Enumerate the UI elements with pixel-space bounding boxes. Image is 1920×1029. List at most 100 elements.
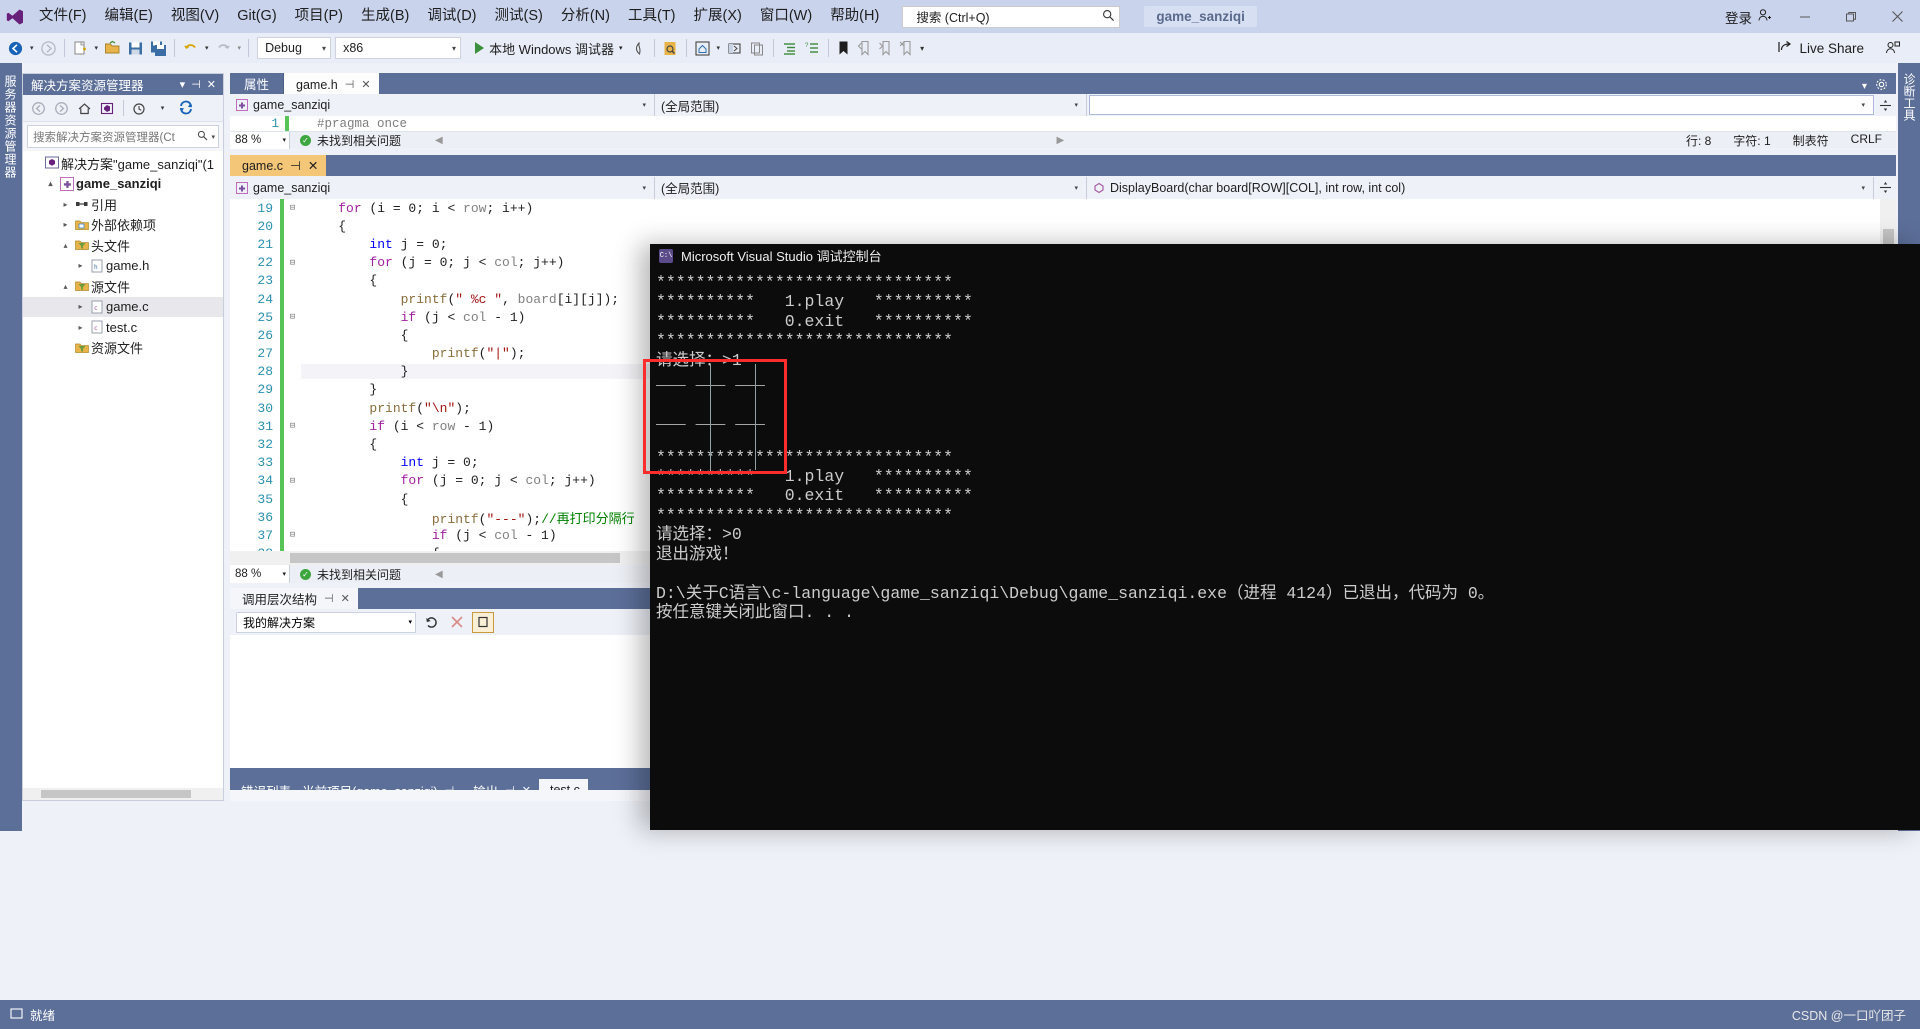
solution-home-dropdown-icon[interactable]: ▾ [714,35,724,61]
refresh-icon[interactable] [175,98,196,119]
split-editor-icon-top[interactable] [1874,99,1896,112]
solution-explorer-hscroll-thumb[interactable] [41,790,191,798]
save-button[interactable] [124,35,147,61]
issues-prev-icon-2[interactable]: ◀ [435,569,443,580]
previous-bookmark-button[interactable] [854,35,875,61]
undo-dropdown-icon[interactable]: ▾ [202,35,212,61]
tab-game-c[interactable]: game.c ⊣ ✕ [230,155,327,176]
editor-top-code-area[interactable]: 1 #pragma once [230,116,1896,132]
fold-toggle-icon[interactable]: ⊟ [284,312,301,322]
minimize-button[interactable] [1782,0,1828,33]
debug-console-window[interactable]: C:\ Microsoft Visual Studio 调试控制台 ******… [650,244,1920,830]
open-file-button[interactable] [101,35,124,61]
split-editor-icon-bottom[interactable] [1874,181,1896,194]
close-button[interactable] [1874,0,1920,33]
build-configuration-select[interactable]: Debug ▾ [257,37,332,59]
editor-top-zoom-select[interactable]: 88 % ▾ [230,131,290,149]
call-hierarchy-refresh-icon[interactable] [420,612,442,633]
tree-caret-icon[interactable]: ▸ [59,200,72,209]
call-hierarchy-pin-icon[interactable]: ⊣ [324,592,334,605]
tree-caret-icon[interactable]: ▴ [44,179,57,188]
toolbar-overflow-icon[interactable]: ▾ [917,35,927,61]
menu-item-debug[interactable]: 调试(D) [418,0,485,33]
search-input[interactable]: 搜索 (Ctrl+Q) [902,5,1121,28]
panel-menu-dropdown-icon[interactable]: ▾ [177,78,189,91]
call-hierarchy-remove-icon[interactable] [446,612,468,633]
issues-next-icon[interactable]: ▶ [1056,135,1072,146]
fold-toggle-icon[interactable]: ⊟ [284,203,301,213]
tab-call-hierarchy[interactable]: 调用层次结构 ⊣ ✕ [230,588,358,609]
menu-item-help[interactable]: 帮助(H) [821,0,888,33]
editor-horizontal-scroll-thumb[interactable] [290,553,620,563]
hot-reload-button[interactable] [629,35,650,61]
tab-list-dropdown-icon[interactable]: ▾ [1862,81,1867,92]
fold-toggle-icon[interactable]: ⊟ [284,530,301,540]
solution-tree-item-8[interactable]: ▸ c test.c [23,317,223,338]
back-icon[interactable] [28,98,49,119]
toggle-panel-button[interactable] [723,35,746,61]
redo-button[interactable] [212,35,235,61]
panel-close-icon[interactable]: ✕ [204,78,219,91]
menu-item-test[interactable]: 测试(S) [486,0,552,33]
solution-home-button[interactable] [691,35,714,61]
solution-explorer-search-input[interactable]: 搜索解决方案资源管理器(Ct ▾ [27,125,219,148]
fold-toggle-icon[interactable]: ⊟ [284,476,301,486]
solution-tree-item-2[interactable]: ▸ 引用 [23,194,223,215]
pending-changes-dropdown-icon[interactable]: ▾ [152,98,173,119]
restore-button[interactable] [1828,0,1874,33]
navigate-backward-button[interactable] [4,35,27,61]
tab-game-h[interactable]: game.h ⊣ ✕ [284,73,379,94]
clear-bookmarks-button[interactable] [896,35,917,61]
solution-tree-item-4[interactable]: ▴ 头文件 [23,235,223,256]
menu-item-tools[interactable]: 工具(T) [619,0,685,33]
menu-item-project[interactable]: 项目(P) [286,0,352,33]
tab-game-c-close-icon[interactable]: ✕ [308,158,318,173]
tree-caret-icon[interactable]: ▸ [74,323,87,332]
code-line-19[interactable]: 19 ⊟ for (i = 0; i < row; i++) [230,199,1896,218]
call-hierarchy-scope-select[interactable]: 我的解决方案 ▾ [236,611,416,633]
solution-tree[interactable]: 解决方案"game_sanziqi"(1 ▴ game_sanziqi ▸ 引用 ▸ 外部… [23,151,223,788]
solution-tree-item-0[interactable]: 解决方案"game_sanziqi"(1 [23,153,223,174]
solution-tree-item-1[interactable]: ▴ game_sanziqi [23,174,223,195]
nav-project-select-top[interactable]: game_sanziqi ▾ [230,94,655,116]
home-icon[interactable] [74,98,95,119]
server-explorer-vertical-tab[interactable]: 服务器资源管理器 [0,63,22,831]
live-share-session-icon[interactable] [1881,35,1904,61]
menu-item-edit[interactable]: 编辑(E) [96,0,162,33]
call-hierarchy-details-toggle[interactable] [472,611,494,633]
live-share-button[interactable]: Live Share [1777,33,1864,63]
solution-tree-item-3[interactable]: ▸ 外部依赖项 [23,215,223,236]
platform-select[interactable]: x86 ▾ [335,37,462,59]
start-debugging-button[interactable]: 本地 Windows 调试器 ▾ [469,35,628,61]
tree-caret-icon[interactable]: ▸ [59,220,72,229]
tab-close-icon[interactable]: ✕ [361,78,370,91]
call-hierarchy-close-icon[interactable]: ✕ [341,592,350,605]
navigate-backward-dropdown-icon[interactable]: ▾ [27,35,37,61]
menu-item-analyze[interactable]: 分析(N) [552,0,619,33]
copy-panel-button[interactable] [746,35,769,61]
solution-view-icon[interactable] [97,98,118,119]
fold-toggle-icon[interactable]: ⊟ [284,258,301,268]
tree-caret-icon[interactable]: ▸ [74,302,87,311]
solution-tree-item-9[interactable]: 资源文件 [23,338,223,359]
new-project-dropdown-icon[interactable]: ▾ [92,35,102,61]
tree-caret-icon[interactable]: ▴ [59,241,72,250]
nav-scope-select-top[interactable]: (全局范围) ▾ [655,94,1087,116]
outdent-button[interactable]: ? [801,35,824,61]
redo-dropdown-icon[interactable]: ▾ [235,35,245,61]
panel-pin-icon[interactable]: ⊣ [188,78,204,91]
toggle-bookmark-button[interactable] [833,35,854,61]
tab-game-c-pin-icon[interactable]: ⊣ [290,158,301,173]
nav-member-select-top[interactable]: ▾ [1089,95,1874,115]
editor-bottom-zoom-select[interactable]: 88 % ▾ [230,565,290,583]
tab-properties[interactable]: 属性 [230,73,285,94]
tab-pin-icon[interactable]: ⊣ [345,78,355,91]
menu-item-file[interactable]: 文件(F) [30,0,96,33]
issues-prev-icon[interactable]: ◀ [435,135,443,146]
menu-item-window[interactable]: 窗口(W) [751,0,821,33]
pending-changes-icon[interactable] [129,98,150,119]
solution-tree-item-6[interactable]: ▴ 源文件 [23,276,223,297]
indent-button[interactable] [778,35,801,61]
tree-caret-icon[interactable]: ▴ [59,282,72,291]
gear-icon[interactable] [1875,78,1888,94]
